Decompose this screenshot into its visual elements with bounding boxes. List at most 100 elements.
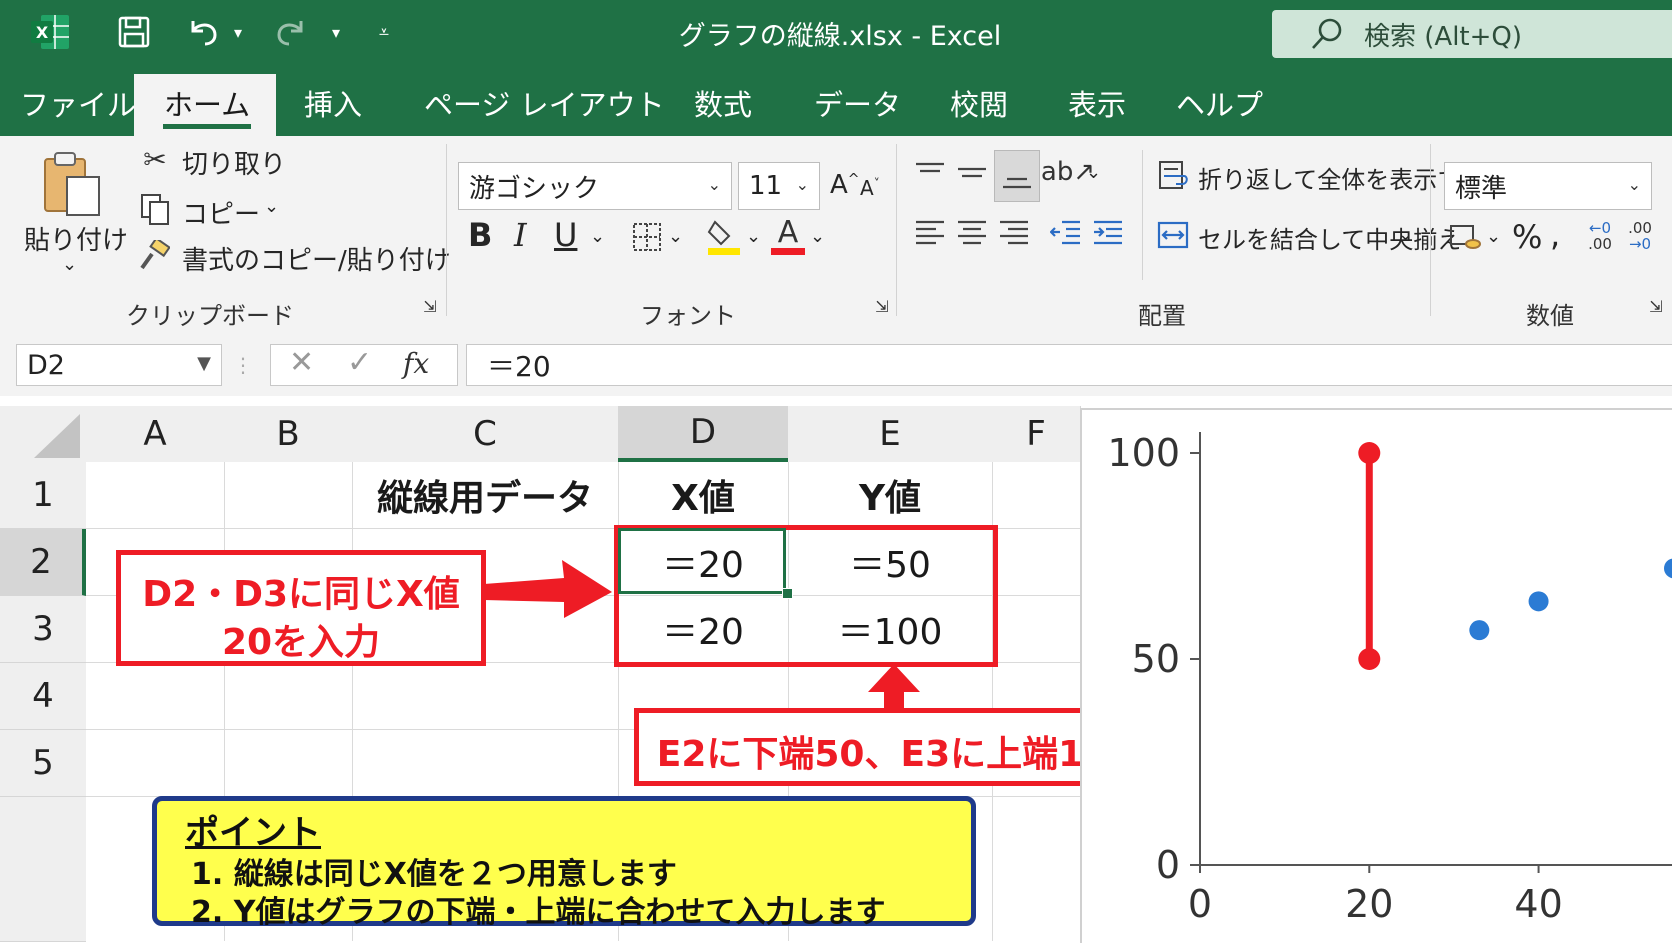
wrap-text-icon[interactable] <box>1156 158 1190 192</box>
align-top-icon[interactable] <box>912 156 948 190</box>
row-header-3[interactable]: 3 <box>0 596 86 663</box>
font-size-select[interactable]: 11 ⌄ <box>738 162 820 210</box>
annotation-arrow-right-icon <box>484 560 612 618</box>
font-color-dropdown-icon[interactable]: ⌄ <box>810 226 825 247</box>
chart-data-point <box>1664 558 1672 579</box>
orientation-dropdown-icon[interactable]: ⌄ <box>1086 162 1101 183</box>
number-dialog-launcher-icon[interactable]: ⇲ <box>1646 296 1666 316</box>
select-all-corner[interactable] <box>0 406 86 462</box>
name-box-value: D2 <box>27 349 65 381</box>
undo-icon[interactable] <box>184 12 224 52</box>
scatter-chart[interactable]: 0 50 100 0 20 40 <box>1080 408 1672 943</box>
decrease-indent-icon[interactable] <box>1048 216 1084 250</box>
paste-dropdown-icon[interactable]: ⌄ <box>62 254 77 275</box>
row-header-1[interactable]: 1 <box>0 462 86 529</box>
tab-formulas[interactable]: 数式 <box>694 82 752 122</box>
column-header-b[interactable]: B <box>224 406 353 462</box>
column-header-f[interactable]: F <box>992 406 1081 462</box>
confirm-entry-icon[interactable]: ✓ <box>347 345 372 380</box>
search-icon <box>1312 18 1342 49</box>
cell-e2[interactable]: ＝50 <box>788 529 992 595</box>
merge-dropdown-icon[interactable]: ⌄ <box>1398 224 1413 245</box>
percent-style-icon[interactable]: % <box>1512 218 1542 256</box>
italic-button[interactable]: I <box>514 216 527 254</box>
tab-review[interactable]: 校閲 <box>950 82 1008 122</box>
tab-page-layout[interactable]: ページ レイアウト <box>424 82 665 122</box>
cancel-entry-icon[interactable]: ✕ <box>289 345 314 380</box>
align-middle-icon[interactable] <box>954 156 990 190</box>
underline-button[interactable]: U <box>554 216 577 254</box>
row-header-5[interactable]: 5 <box>0 730 86 797</box>
align-bottom-icon[interactable] <box>994 150 1040 202</box>
group-label-clipboard: クリップボード <box>126 302 294 330</box>
decrease-font-size-icon[interactable]: A˅ <box>860 176 880 200</box>
merge-center-icon[interactable] <box>1156 218 1190 252</box>
customize-toolbar-icon[interactable]: ⩡ <box>372 12 396 52</box>
search-box[interactable]: 検索 (Alt+Q) <box>1272 10 1672 58</box>
save-icon[interactable] <box>112 12 156 52</box>
wrap-text-button[interactable]: 折り返して全体を表示する <box>1198 160 1485 195</box>
more-options-icon[interactable]: ⋮ <box>233 350 253 380</box>
bold-button[interactable]: B <box>468 216 492 254</box>
undo-dropdown-icon[interactable]: ▾ <box>228 12 248 52</box>
redo-icon[interactable] <box>270 12 310 52</box>
paste-icon[interactable] <box>38 150 106 218</box>
text-orientation-icon[interactable]: ab↗ <box>1041 154 1095 190</box>
decrease-decimal-icon[interactable]: .00 →0 <box>1622 216 1658 256</box>
merge-center-button[interactable]: セルを結合して中央揃え <box>1198 220 1461 255</box>
column-header-d[interactable]: D <box>618 406 789 462</box>
chart-data-point <box>1528 591 1549 612</box>
insert-function-icon[interactable]: fx <box>403 347 429 380</box>
fill-color-dropdown-icon[interactable]: ⌄ <box>746 226 761 247</box>
cut-button[interactable]: 切り取り <box>182 144 286 181</box>
column-header-a[interactable]: A <box>86 406 225 462</box>
copy-dropdown-icon[interactable]: ⌄ <box>264 196 279 217</box>
copy-button[interactable]: コピー <box>182 194 260 231</box>
borders-icon[interactable] <box>630 220 664 254</box>
borders-dropdown-icon[interactable]: ⌄ <box>668 226 683 247</box>
comma-style-icon[interactable]: , <box>1550 216 1560 254</box>
cell-e1[interactable]: Y値 <box>788 462 992 528</box>
fill-color-icon[interactable] <box>706 216 742 256</box>
cell-d1[interactable]: X値 <box>618 462 788 528</box>
cell-c1[interactable]: 縦線用データ <box>352 462 618 528</box>
row-header-4[interactable]: 4 <box>0 663 86 730</box>
increase-decimal-icon[interactable]: ←0.00 <box>1582 216 1618 256</box>
cell-e3[interactable]: ＝100 <box>788 596 992 662</box>
row-header-6[interactable] <box>0 797 86 942</box>
increase-indent-icon[interactable] <box>1090 216 1126 250</box>
align-center-icon[interactable] <box>954 216 990 250</box>
clipboard-dialog-launcher-icon[interactable]: ⇲ <box>420 296 440 316</box>
worksheet-grid: A B C D E F 1 2 3 4 5 縦線用データ X値 Y値 ＝20 ＝… <box>0 396 1156 942</box>
tab-view[interactable]: 表示 <box>1068 82 1126 122</box>
name-box[interactable]: D2 ▼ <box>16 344 222 386</box>
tab-home[interactable]: ホーム <box>164 82 250 122</box>
tab-help[interactable]: ヘルプ <box>1176 82 1263 122</box>
tab-data[interactable]: データ <box>814 82 901 122</box>
chevron-down-icon: ⌄ <box>707 175 721 194</box>
chevron-down-icon: ⌄ <box>1627 175 1641 194</box>
underline-dropdown-icon[interactable]: ⌄ <box>590 226 605 247</box>
number-format-select[interactable]: 標準 ⌄ <box>1444 162 1652 210</box>
cell-d3[interactable]: ＝20 <box>618 596 788 662</box>
accounting-dropdown-icon[interactable]: ⌄ <box>1486 226 1501 247</box>
increase-font-size-icon[interactable]: A^ <box>830 170 860 200</box>
column-header-e[interactable]: E <box>788 406 993 462</box>
align-left-icon[interactable] <box>912 216 948 250</box>
font-color-icon[interactable]: A <box>770 216 806 256</box>
tab-file[interactable]: ファイル <box>20 82 136 122</box>
redo-dropdown-icon[interactable]: ▾ <box>326 12 346 52</box>
row-header-2[interactable]: 2 <box>0 529 86 596</box>
tab-insert[interactable]: 挿入 <box>304 82 362 122</box>
fill-handle[interactable] <box>782 588 793 599</box>
column-header-c[interactable]: C <box>352 406 619 462</box>
formula-input[interactable]: ＝20 <box>466 344 1672 386</box>
accounting-format-icon[interactable] <box>1448 220 1482 254</box>
font-name-select[interactable]: 游ゴシック ⌄ <box>458 162 732 210</box>
format-painter-button[interactable]: 書式のコピー/貼り付け <box>182 240 451 277</box>
paste-button[interactable]: 貼り付け <box>24 220 128 257</box>
annotation-left-box: D2・D3に同じX値 20を入力 <box>116 550 486 666</box>
font-dialog-launcher-icon[interactable]: ⇲ <box>872 296 892 316</box>
group-separator <box>1430 144 1431 316</box>
align-right-icon[interactable] <box>996 216 1032 250</box>
